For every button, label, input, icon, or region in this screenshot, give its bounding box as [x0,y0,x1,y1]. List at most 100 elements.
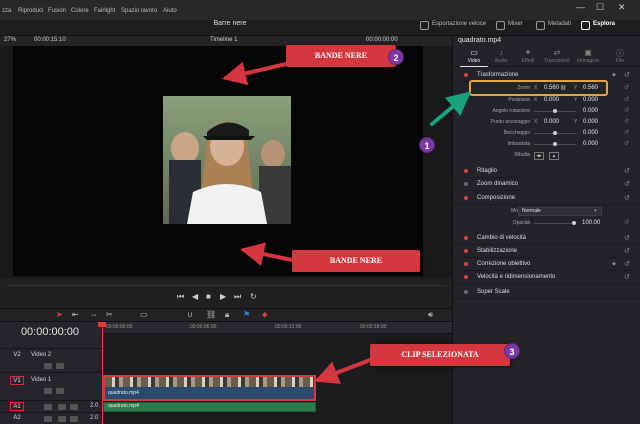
enable-dot-icon[interactable] [464,262,468,266]
dynamic-trim-icon[interactable]: ⇔ [90,310,98,319]
reset-icon[interactable]: ↺ [624,84,629,91]
tab-video[interactable]: ▭ Video [460,48,488,64]
audio-volume-icon[interactable]: 🔊︎ [428,310,433,320]
loop-icon[interactable]: ↻ [250,292,257,301]
blend-mode-select[interactable]: Normale [518,207,602,216]
reset-icon[interactable]: ↺ [624,140,629,147]
reset-icon[interactable]: ↺ [624,260,630,268]
reset-icon[interactable]: ↺ [624,194,630,202]
solo-icon[interactable] [58,416,66,422]
solo-icon[interactable] [58,404,66,410]
link-icon[interactable]: ⛓ [206,310,216,319]
enable-dot-icon[interactable] [464,290,468,294]
maximize-icon[interactable]: ☐ [596,2,604,13]
skip-start-icon[interactable]: ⏮ [177,292,184,302]
auto-select-icon[interactable] [56,388,64,394]
close-icon[interactable]: ✕ [618,2,626,13]
pitch-field[interactable]: 0.000 [583,130,598,136]
menu-item-playback[interactable]: Riproduci [18,8,43,14]
menu-item-help[interactable]: Aiuto [163,8,177,14]
menu-item-color[interactable]: Colore [71,8,89,14]
play-icon[interactable]: ▶ [220,292,226,301]
reset-icon[interactable]: ↺ [624,167,630,175]
anchor-x-field[interactable]: 0.000 [544,119,559,125]
reset-icon[interactable]: ↺ [624,107,629,114]
enable-dot-icon[interactable] [464,182,468,186]
reset-icon[interactable]: ↺ [624,247,630,255]
track-header-a1[interactable]: A1 2.0 [0,400,102,412]
playhead[interactable] [102,322,103,424]
reverse-icon[interactable]: ◀ [192,292,198,301]
playhead-handle[interactable] [98,322,106,327]
menu-item-edit[interactable]: zza [2,8,11,14]
menu-item-fairlight[interactable]: Fairlight [94,8,115,14]
enable-dot-icon[interactable] [464,236,468,240]
mixer-button[interactable]: Mixer [496,21,523,33]
section-speed-change[interactable]: Cambio di velocità ↺ [452,232,640,245]
enable-dot-icon[interactable] [464,169,468,173]
reset-icon[interactable]: ↺ [624,118,629,125]
flip-horizontal-icon[interactable]: ◂▸ [534,152,544,160]
lock-icon[interactable] [44,416,52,422]
selection-tool-icon[interactable]: ➤ [56,310,63,319]
menu-item-workspace[interactable]: Spazio lavoro [121,8,157,14]
position-x-field[interactable]: 0.000 [544,97,559,103]
reset-icon[interactable]: ↺ [624,71,630,79]
enable-dot-icon[interactable] [464,275,468,279]
reset-icon[interactable]: ↺ [624,219,629,226]
section-composite[interactable]: Composizione ↺ [452,192,640,205]
position-y-field[interactable]: 0.000 [583,97,598,103]
mute-icon[interactable] [70,416,78,422]
position-lock-icon[interactable]: 🔒︎ [225,310,229,320]
lock-icon[interactable] [44,404,52,410]
snapping-icon[interactable]: ∪ [187,310,193,319]
menu-item-fusion[interactable]: Fusion [48,8,66,14]
keyframe-diamond-icon[interactable]: ◆ [612,261,616,267]
slider-knob[interactable] [553,109,557,113]
section-stabilization[interactable]: Stabilizzazione ↺ [452,245,640,258]
opacity-field[interactable]: 100.00 [582,220,600,226]
blade-tool-icon[interactable]: ✂ [106,310,113,319]
lock-icon[interactable] [44,363,52,369]
track-header-v1[interactable]: V1 Video 1 [0,372,102,396]
viewer-zoom[interactable]: 27% [4,37,16,43]
anchor-y-field[interactable]: 0.000 [583,119,598,125]
tab-transition[interactable]: ⇄ Transizione [543,48,571,64]
auto-select-icon[interactable] [56,363,64,369]
tab-image[interactable]: ▣ Immagine [574,48,602,64]
minimize-icon[interactable]: — [576,2,585,12]
skip-end-icon[interactable]: ⏭ [234,292,241,302]
flag-icon[interactable]: ⚑ [243,310,250,319]
reset-icon[interactable]: ↺ [624,180,630,188]
reset-icon[interactable]: ↺ [624,96,629,103]
marker-icon[interactable]: ⬥ [262,310,268,320]
section-lens-correction[interactable]: Correzione obiettivo ◆ ↺ [452,258,640,271]
trim-tool-icon[interactable]: ⇤ [72,310,79,319]
section-dynamic-zoom[interactable]: Zoom dinamico ↺ [452,178,640,191]
tab-effects[interactable]: ✦ Effetti [514,48,542,64]
quick-export-button[interactable]: Esportazione veloce [420,21,486,33]
enable-dot-icon[interactable] [464,196,468,200]
slider-knob[interactable] [572,221,576,225]
timeline-name[interactable]: Timeline 1 [210,37,237,43]
chevron-down-icon[interactable]: ▾ [594,208,597,214]
yaw-field[interactable]: 0.000 [583,141,598,147]
rotation-field[interactable]: 0.000 [583,108,598,114]
track-header-a2[interactable]: A2 2.0 [0,412,102,424]
explore-button[interactable]: Esplora [581,21,615,33]
flip-vertical-icon[interactable]: ▴ [549,152,559,160]
track-header-v2[interactable]: V2 Video 2 [0,348,102,372]
lock-icon[interactable] [44,388,52,394]
section-retime-scaling[interactable]: Velocità e ridimensionamento ↺ [452,271,640,284]
slider-knob[interactable] [553,131,557,135]
enable-dot-icon[interactable] [464,249,468,253]
stop-icon[interactable]: ■ [206,292,211,301]
reset-icon[interactable]: ↺ [624,129,629,136]
insert-clip-icon[interactable]: ▭ [140,310,148,319]
scrub-bar[interactable] [6,280,446,286]
keyframe-diamond-icon[interactable]: ◆ [612,72,616,78]
section-super-scale[interactable]: Super Scale [452,286,640,299]
reset-icon[interactable]: ↺ [624,234,630,242]
mute-icon[interactable] [70,404,78,410]
metadata-button[interactable]: Metadati [536,21,571,33]
